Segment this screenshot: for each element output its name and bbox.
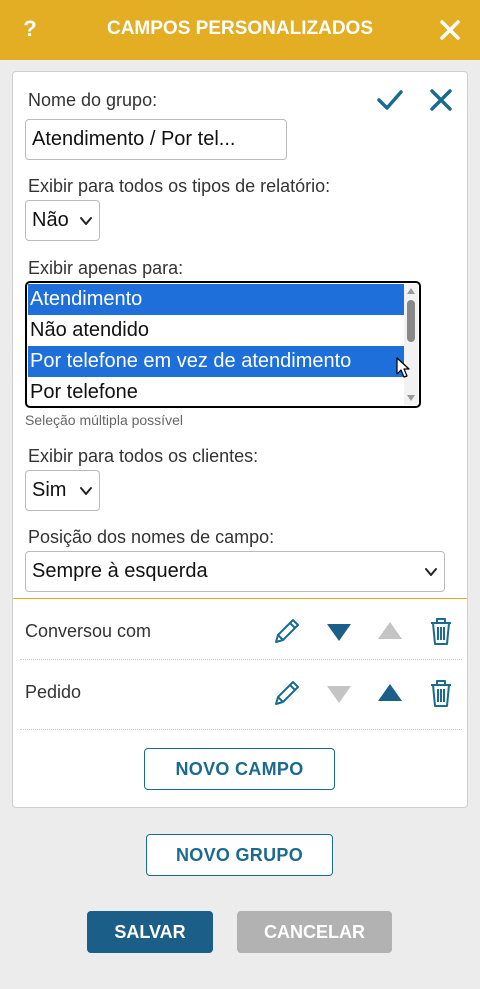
chevron-down-icon bbox=[80, 217, 92, 225]
pencil-icon[interactable] bbox=[271, 677, 303, 709]
show-only-for-label: Exibir apenas para: bbox=[28, 258, 184, 278]
trash-icon[interactable] bbox=[425, 677, 457, 709]
chevron-down-icon bbox=[425, 568, 437, 576]
scroll-up-arrow-icon[interactable] bbox=[407, 288, 415, 294]
dialog-header: ? CAMPOS PERSONALIZADOS bbox=[0, 0, 480, 60]
show-all-clients-select[interactable]: Sim bbox=[25, 470, 100, 511]
show-all-report-types-label: Exibir para todos os tipos de relatório: bbox=[28, 176, 331, 196]
discard-button[interactable] bbox=[428, 86, 454, 114]
move-up-icon bbox=[378, 622, 402, 639]
section-divider bbox=[13, 598, 467, 599]
help-button[interactable]: ? bbox=[18, 14, 42, 44]
field-name-position-label: Posição dos nomes de campo: bbox=[28, 527, 275, 547]
field-name-position-select[interactable]: Sempre à esquerda bbox=[25, 551, 445, 592]
move-down-icon bbox=[327, 686, 351, 703]
show-only-for-listbox[interactable]: Atendimento Não atendido Por telefone em… bbox=[25, 281, 421, 408]
confirm-button[interactable] bbox=[376, 86, 404, 114]
field-name-pedido: Pedido bbox=[25, 682, 82, 702]
close-button[interactable] bbox=[436, 14, 464, 44]
field-name-conversou-com: Conversou com bbox=[25, 621, 152, 641]
show-all-clients-label: Exibir para todos os clientes: bbox=[28, 446, 259, 466]
list-option-por-telefone-em-vez[interactable]: Por telefone em vez de atendimento bbox=[28, 346, 406, 377]
new-field-button[interactable]: NOVO CAMPO bbox=[144, 748, 335, 790]
check-icon bbox=[377, 90, 403, 110]
move-down-icon[interactable] bbox=[323, 615, 355, 647]
trash-icon[interactable] bbox=[425, 615, 457, 647]
cancel-button: CANCELAR bbox=[237, 911, 392, 953]
row-divider bbox=[20, 729, 462, 730]
close-icon bbox=[430, 89, 452, 111]
mouse-cursor-icon bbox=[396, 357, 410, 378]
scroll-down-arrow-icon[interactable] bbox=[407, 395, 415, 401]
chevron-down-icon bbox=[80, 487, 92, 495]
multi-select-hint: Seleção múltipla possível bbox=[25, 412, 183, 428]
listbox-scrollbar[interactable] bbox=[404, 284, 418, 405]
select-value: Sempre à esquerda bbox=[32, 560, 208, 582]
pencil-icon[interactable] bbox=[271, 615, 303, 647]
close-icon bbox=[440, 20, 460, 40]
group-name-input[interactable]: Atendimento / Por tel... bbox=[25, 119, 287, 160]
save-button[interactable]: SALVAR bbox=[87, 911, 213, 953]
new-group-button[interactable]: NOVO GRUPO bbox=[146, 834, 333, 876]
row-divider bbox=[20, 659, 462, 660]
show-all-report-types-select[interactable]: Não bbox=[25, 200, 100, 241]
list-option-nao-atendido[interactable]: Não atendido bbox=[28, 315, 406, 346]
dialog-title: CAMPOS PERSONALIZADOS bbox=[106, 18, 374, 39]
list-option-atendimento[interactable]: Atendimento bbox=[28, 284, 406, 315]
move-up-icon[interactable] bbox=[374, 677, 406, 709]
scroll-thumb[interactable] bbox=[407, 300, 415, 342]
list-option-por-telefone[interactable]: Por telefone bbox=[28, 377, 406, 406]
group-name-label: Nome do grupo: bbox=[28, 90, 158, 110]
